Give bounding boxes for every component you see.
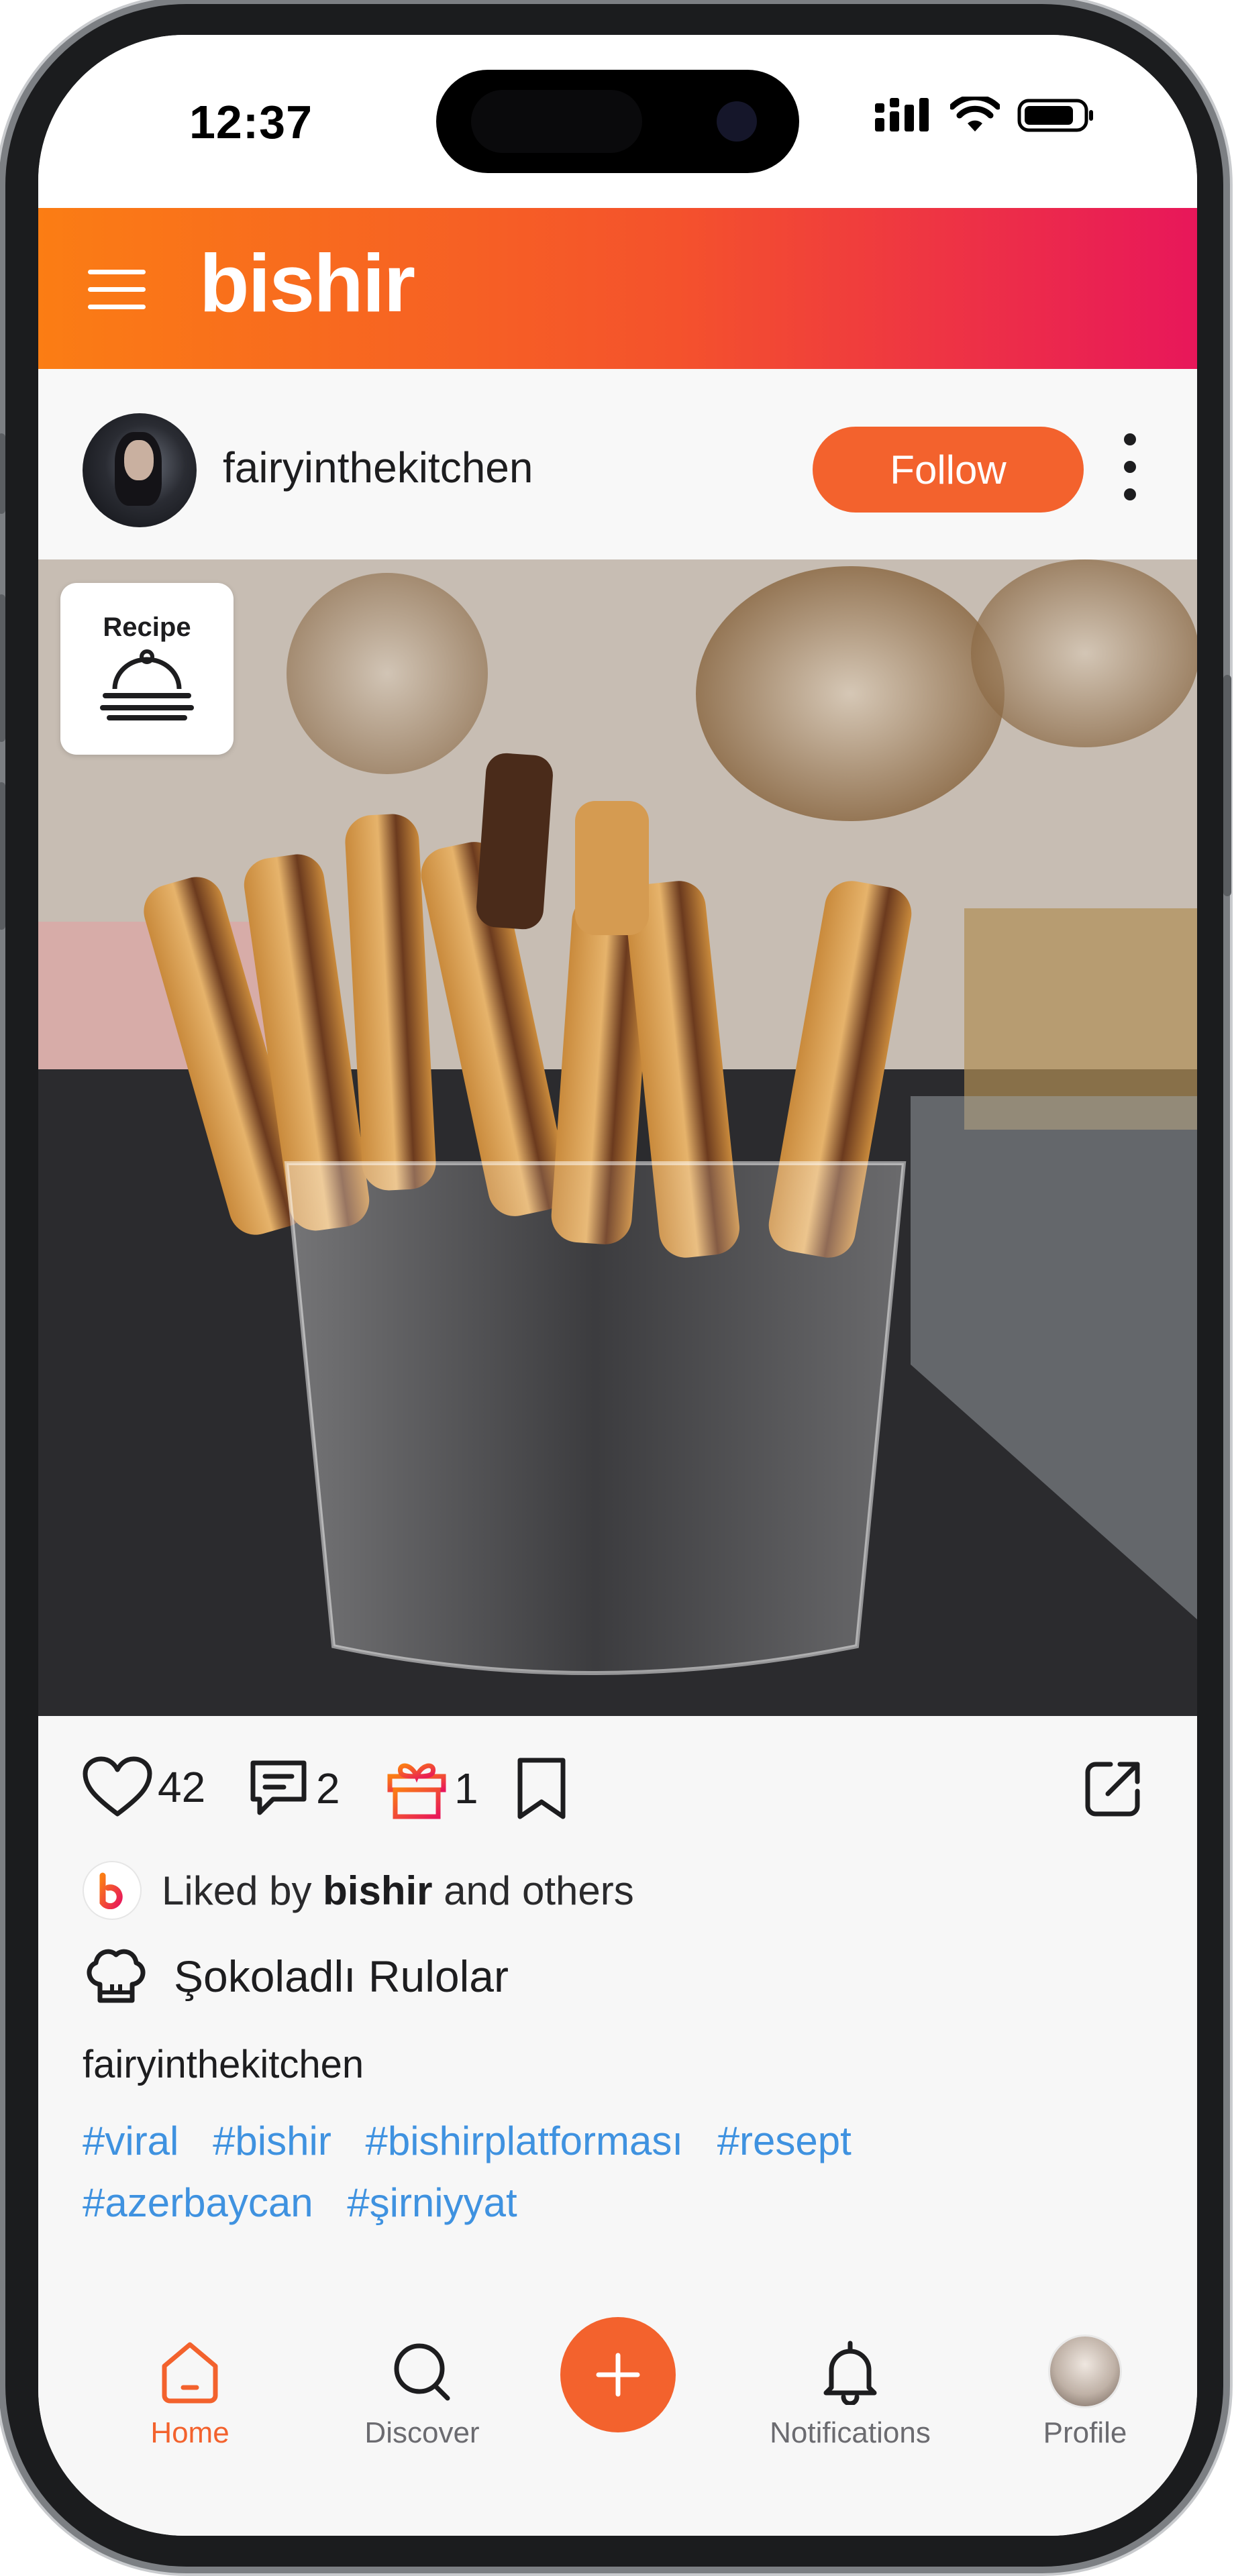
gift-action[interactable]: 1 bbox=[384, 1756, 478, 1821]
wifi-icon bbox=[950, 97, 1000, 131]
side-button bbox=[0, 782, 5, 930]
app-header: bishir bbox=[38, 208, 1197, 369]
island-sensor bbox=[471, 90, 642, 153]
menu-button[interactable] bbox=[88, 270, 146, 309]
hashtag-link[interactable]: #viral bbox=[83, 2118, 178, 2163]
heart-icon[interactable] bbox=[83, 1756, 152, 1818]
serving-bell-icon bbox=[100, 649, 194, 720]
author-avatar[interactable] bbox=[83, 413, 197, 527]
front-camera bbox=[717, 101, 757, 142]
brand-logo: bishir bbox=[199, 237, 415, 329]
hashtag-link[interactable]: #şirniyyat bbox=[347, 2180, 517, 2225]
home-icon bbox=[162, 2342, 218, 2404]
gift-icon[interactable] bbox=[384, 1756, 449, 1821]
phone-screen: 12:37 bishir fairyinthekitchen Follow Re… bbox=[38, 35, 1197, 2536]
more-options-icon[interactable] bbox=[1120, 433, 1140, 500]
like-count: 42 bbox=[158, 1763, 206, 1811]
hashtag-link[interactable]: #bishir bbox=[213, 2118, 331, 2163]
bottom-nav: Home Discover Notifications Profile bbox=[38, 2281, 1197, 2536]
nav-notifications-label: Notifications bbox=[770, 2416, 931, 2449]
comment-icon[interactable] bbox=[246, 1756, 311, 1821]
liked-by-name[interactable]: bishir bbox=[323, 1868, 432, 1913]
nav-discover-label: Discover bbox=[364, 2416, 480, 2449]
post-photo[interactable]: Recipe bbox=[38, 559, 1197, 1716]
side-button bbox=[0, 594, 5, 742]
recipe-title: Şokoladlı Rulolar bbox=[174, 1951, 509, 2001]
like-action[interactable]: 42 bbox=[83, 1756, 205, 1818]
caption-username[interactable]: fairyinthekitchen bbox=[83, 2042, 364, 2087]
post-header: fairyinthekitchen Follow bbox=[38, 369, 1197, 559]
status-bar: 12:37 bbox=[38, 35, 1197, 208]
plus-icon bbox=[596, 2353, 640, 2397]
bookmark-action[interactable] bbox=[513, 1756, 570, 1821]
nav-notifications[interactable]: Notifications bbox=[750, 2334, 951, 2450]
signal-icon bbox=[875, 98, 929, 131]
nav-profile-label: Profile bbox=[1043, 2416, 1127, 2449]
recipe-badge[interactable]: Recipe bbox=[60, 583, 234, 755]
liked-by-row[interactable]: Liked by bishir and others bbox=[83, 1861, 634, 1920]
battery-icon bbox=[1017, 99, 1093, 132]
liked-by-text: Liked by bishir and others bbox=[162, 1868, 634, 1914]
recipe-title-row[interactable]: Şokoladlı Rulolar bbox=[83, 1944, 509, 2008]
profile-avatar bbox=[1048, 2334, 1122, 2408]
nav-profile[interactable]: Profile bbox=[1005, 2334, 1166, 2450]
comment-action[interactable]: 2 bbox=[246, 1756, 340, 1821]
share-action[interactable] bbox=[1081, 1756, 1145, 1821]
nav-home-label: Home bbox=[150, 2416, 229, 2449]
bell-icon bbox=[823, 2341, 877, 2405]
share-icon[interactable] bbox=[1081, 1756, 1145, 1821]
nav-discover[interactable]: Discover bbox=[342, 2334, 503, 2450]
author-username[interactable]: fairyinthekitchen bbox=[223, 443, 533, 492]
hashtags: #viral #bishir #bishirplatforması #resep… bbox=[83, 2110, 1129, 2234]
liked-by-prefix: Liked by bbox=[162, 1868, 312, 1913]
dynamic-island bbox=[436, 70, 799, 173]
search-icon bbox=[394, 2343, 450, 2401]
create-post-button[interactable] bbox=[560, 2317, 676, 2432]
bishir-logo-icon bbox=[83, 1861, 142, 1920]
bookmark-icon[interactable] bbox=[513, 1756, 570, 1821]
side-button bbox=[1223, 675, 1231, 896]
recipe-badge-label: Recipe bbox=[103, 612, 191, 642]
chef-hat-icon bbox=[87, 1949, 146, 2003]
hashtag-link[interactable]: #azerbaycan bbox=[83, 2180, 313, 2225]
hashtag-link[interactable]: #bishirplatforması bbox=[365, 2118, 683, 2163]
comment-count: 2 bbox=[316, 1764, 340, 1813]
post-actions: 42 2 1 bbox=[38, 1716, 1197, 1850]
liked-by-suffix: and others bbox=[444, 1868, 634, 1913]
hashtag-link[interactable]: #resept bbox=[717, 2118, 852, 2163]
status-time: 12:37 bbox=[189, 96, 313, 148]
nav-home[interactable]: Home bbox=[109, 2334, 270, 2450]
side-button bbox=[0, 433, 5, 514]
status-icons bbox=[875, 97, 1096, 134]
follow-button[interactable]: Follow bbox=[813, 427, 1084, 513]
gift-count: 1 bbox=[454, 1764, 478, 1813]
